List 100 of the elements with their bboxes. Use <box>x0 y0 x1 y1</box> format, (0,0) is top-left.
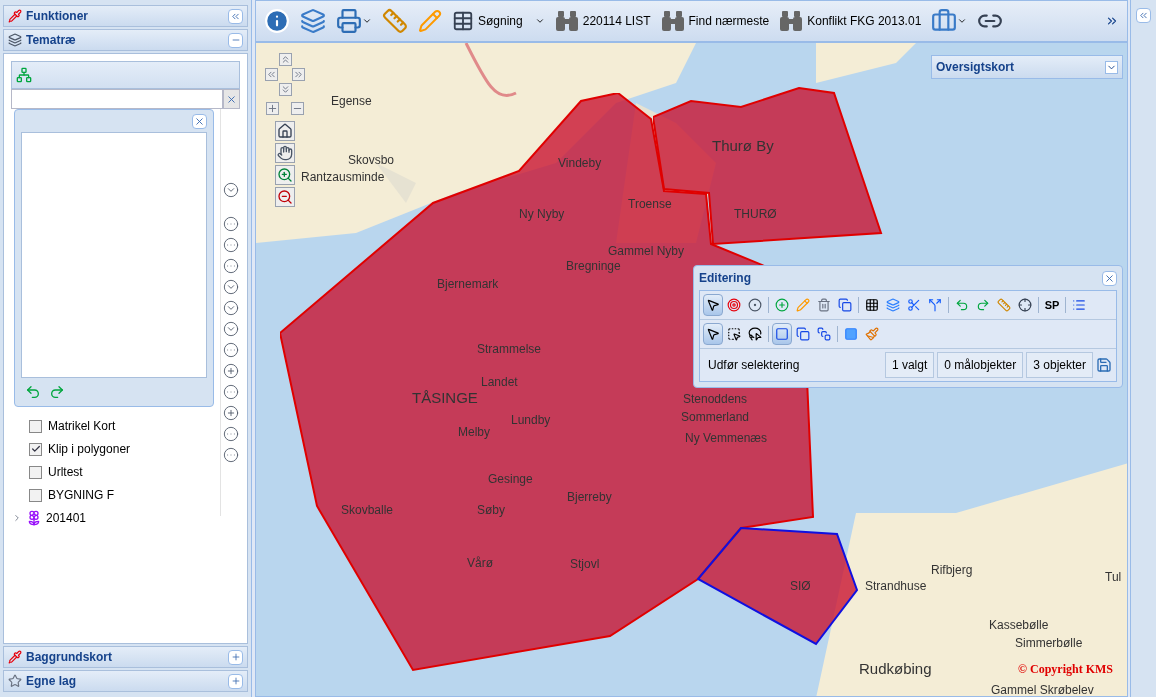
checkbox[interactable] <box>29 465 42 479</box>
place-label: Rudkøbing <box>859 659 932 679</box>
briefcase-icon[interactable] <box>931 8 958 34</box>
count-label: 1 valgt <box>884 352 935 378</box>
dropdown-caret-icon <box>534 16 545 26</box>
expand-sidebar-button[interactable] <box>1136 8 1151 23</box>
menu-circle-icon[interactable] <box>222 216 239 232</box>
grid-icon <box>865 298 879 312</box>
pan-right-icon[interactable] <box>292 68 305 81</box>
place-label: Strandhuse <box>865 578 927 595</box>
save-icon[interactable] <box>1096 357 1112 373</box>
panel-title: Funktioner <box>26 8 89 25</box>
place-label: Landet <box>481 374 518 391</box>
overview-panel-header[interactable]: Oversigtskort <box>931 55 1123 79</box>
pipette-icon <box>8 650 22 664</box>
count-label: 0 målobjekter <box>937 352 1024 378</box>
info-icon[interactable] <box>264 8 290 34</box>
collapse-sidebar-button[interactable] <box>228 8 243 24</box>
layers-icon <box>8 33 22 47</box>
binoculars-icon <box>660 10 685 32</box>
pointer-icon <box>706 298 720 312</box>
place-label: Kassebølle <box>989 617 1049 634</box>
panel-header[interactable]: Egne lag <box>3 670 248 692</box>
place-label: Stjovl <box>570 556 600 573</box>
printer-icon[interactable] <box>336 8 362 34</box>
place-label: Melby <box>458 424 490 441</box>
ruler-icon[interactable] <box>382 8 408 34</box>
toolbar-button[interactable]: Konflikt FKG 2013.01 <box>779 10 922 32</box>
pipette-icon <box>8 9 22 23</box>
layers-icon[interactable] <box>300 8 326 34</box>
checkbox[interactable] <box>29 442 42 456</box>
panel-header[interactable]: Tematræ <box>3 29 248 51</box>
target-icon <box>727 298 741 312</box>
check-icon <box>30 444 41 454</box>
dropdown-caret-icon[interactable] <box>957 16 968 26</box>
pan-hand-icon[interactable] <box>275 143 295 163</box>
chevron-circle-icon[interactable] <box>222 300 239 316</box>
toolbar-button[interactable]: Søgning <box>452 10 545 32</box>
close-button[interactable] <box>1102 270 1117 286</box>
place-label: Rifbjerg <box>931 562 973 579</box>
chevron-circle-icon[interactable] <box>222 182 239 198</box>
place-label: Vindeby <box>558 155 602 172</box>
close-button[interactable] <box>192 114 207 129</box>
tree-icon <box>16 67 32 83</box>
place-label: Simmerbølle <box>1015 635 1083 652</box>
zoom-out-icon[interactable] <box>275 187 295 207</box>
place-label: SIØ <box>790 578 811 595</box>
box-select-icon <box>727 327 741 341</box>
chevron-circle-icon[interactable] <box>222 321 239 337</box>
zoom-in-icon[interactable] <box>275 165 295 185</box>
checkbox[interactable] <box>29 488 42 502</box>
add-circle-icon[interactable] <box>222 405 239 421</box>
window-title: Editering <box>699 270 752 287</box>
menu-circle-icon[interactable] <box>222 426 239 442</box>
chevron-circle-icon[interactable] <box>222 279 239 295</box>
add-circle-icon[interactable] <box>222 363 239 379</box>
place-label: Bregninge <box>566 258 621 275</box>
menu-circle-icon[interactable] <box>222 384 239 400</box>
broom-icon <box>865 327 879 341</box>
menu-circle-icon[interactable] <box>222 237 239 253</box>
toolbar-button[interactable]: 220114 LIST <box>554 10 651 32</box>
panel-title: Baggrundskort <box>26 649 113 666</box>
menu-circle-icon[interactable] <box>222 342 239 358</box>
home-icon[interactable] <box>275 121 295 141</box>
pointer-icon <box>706 327 720 341</box>
zoom-out-icon[interactable] <box>291 102 304 115</box>
panel-title: Oversigtskort <box>936 59 1016 76</box>
menu-circle-icon[interactable] <box>222 258 239 274</box>
copyright-text: © Copyright KMS <box>1018 661 1113 678</box>
tool-button[interactable] <box>703 294 723 316</box>
undo-icon[interactable] <box>25 384 41 400</box>
crosshair-icon <box>1018 298 1032 312</box>
scissors-icon <box>907 298 921 312</box>
zoom-in-icon[interactable] <box>266 102 279 115</box>
dropdown-caret-icon[interactable] <box>362 16 372 26</box>
pan-left-icon[interactable] <box>265 68 278 81</box>
clear-button[interactable] <box>223 89 240 109</box>
panel-title: Egne lag <box>26 673 77 690</box>
redo-icon <box>976 298 990 312</box>
star-icon <box>8 674 22 688</box>
search-field[interactable] <box>11 89 223 109</box>
dropdown-icon[interactable] <box>1105 60 1118 74</box>
menu-circle-icon[interactable] <box>222 447 239 463</box>
place-label: THURØ <box>734 206 777 223</box>
double-chevron-icon <box>1138 10 1149 21</box>
panel-header[interactable]: Funktioner <box>3 5 248 27</box>
place-label: Stenoddens Sommerland <box>680 391 750 426</box>
undo-icon <box>955 298 969 312</box>
tool-button[interactable] <box>703 323 723 345</box>
expander-icon[interactable] <box>12 513 22 523</box>
plus-icon <box>230 652 241 662</box>
panel-header[interactable]: Baggrundskort <box>3 646 248 668</box>
pencil-icon <box>796 298 810 312</box>
tool-button[interactable]: SP <box>1042 294 1062 316</box>
difference-icon <box>817 327 831 341</box>
toolbar-button[interactable]: Find nærmeste <box>660 10 770 32</box>
checkbox[interactable] <box>29 419 42 433</box>
place-label: Egense <box>331 93 372 110</box>
more-icon[interactable] <box>1105 14 1119 28</box>
redo-icon[interactable] <box>49 384 65 400</box>
